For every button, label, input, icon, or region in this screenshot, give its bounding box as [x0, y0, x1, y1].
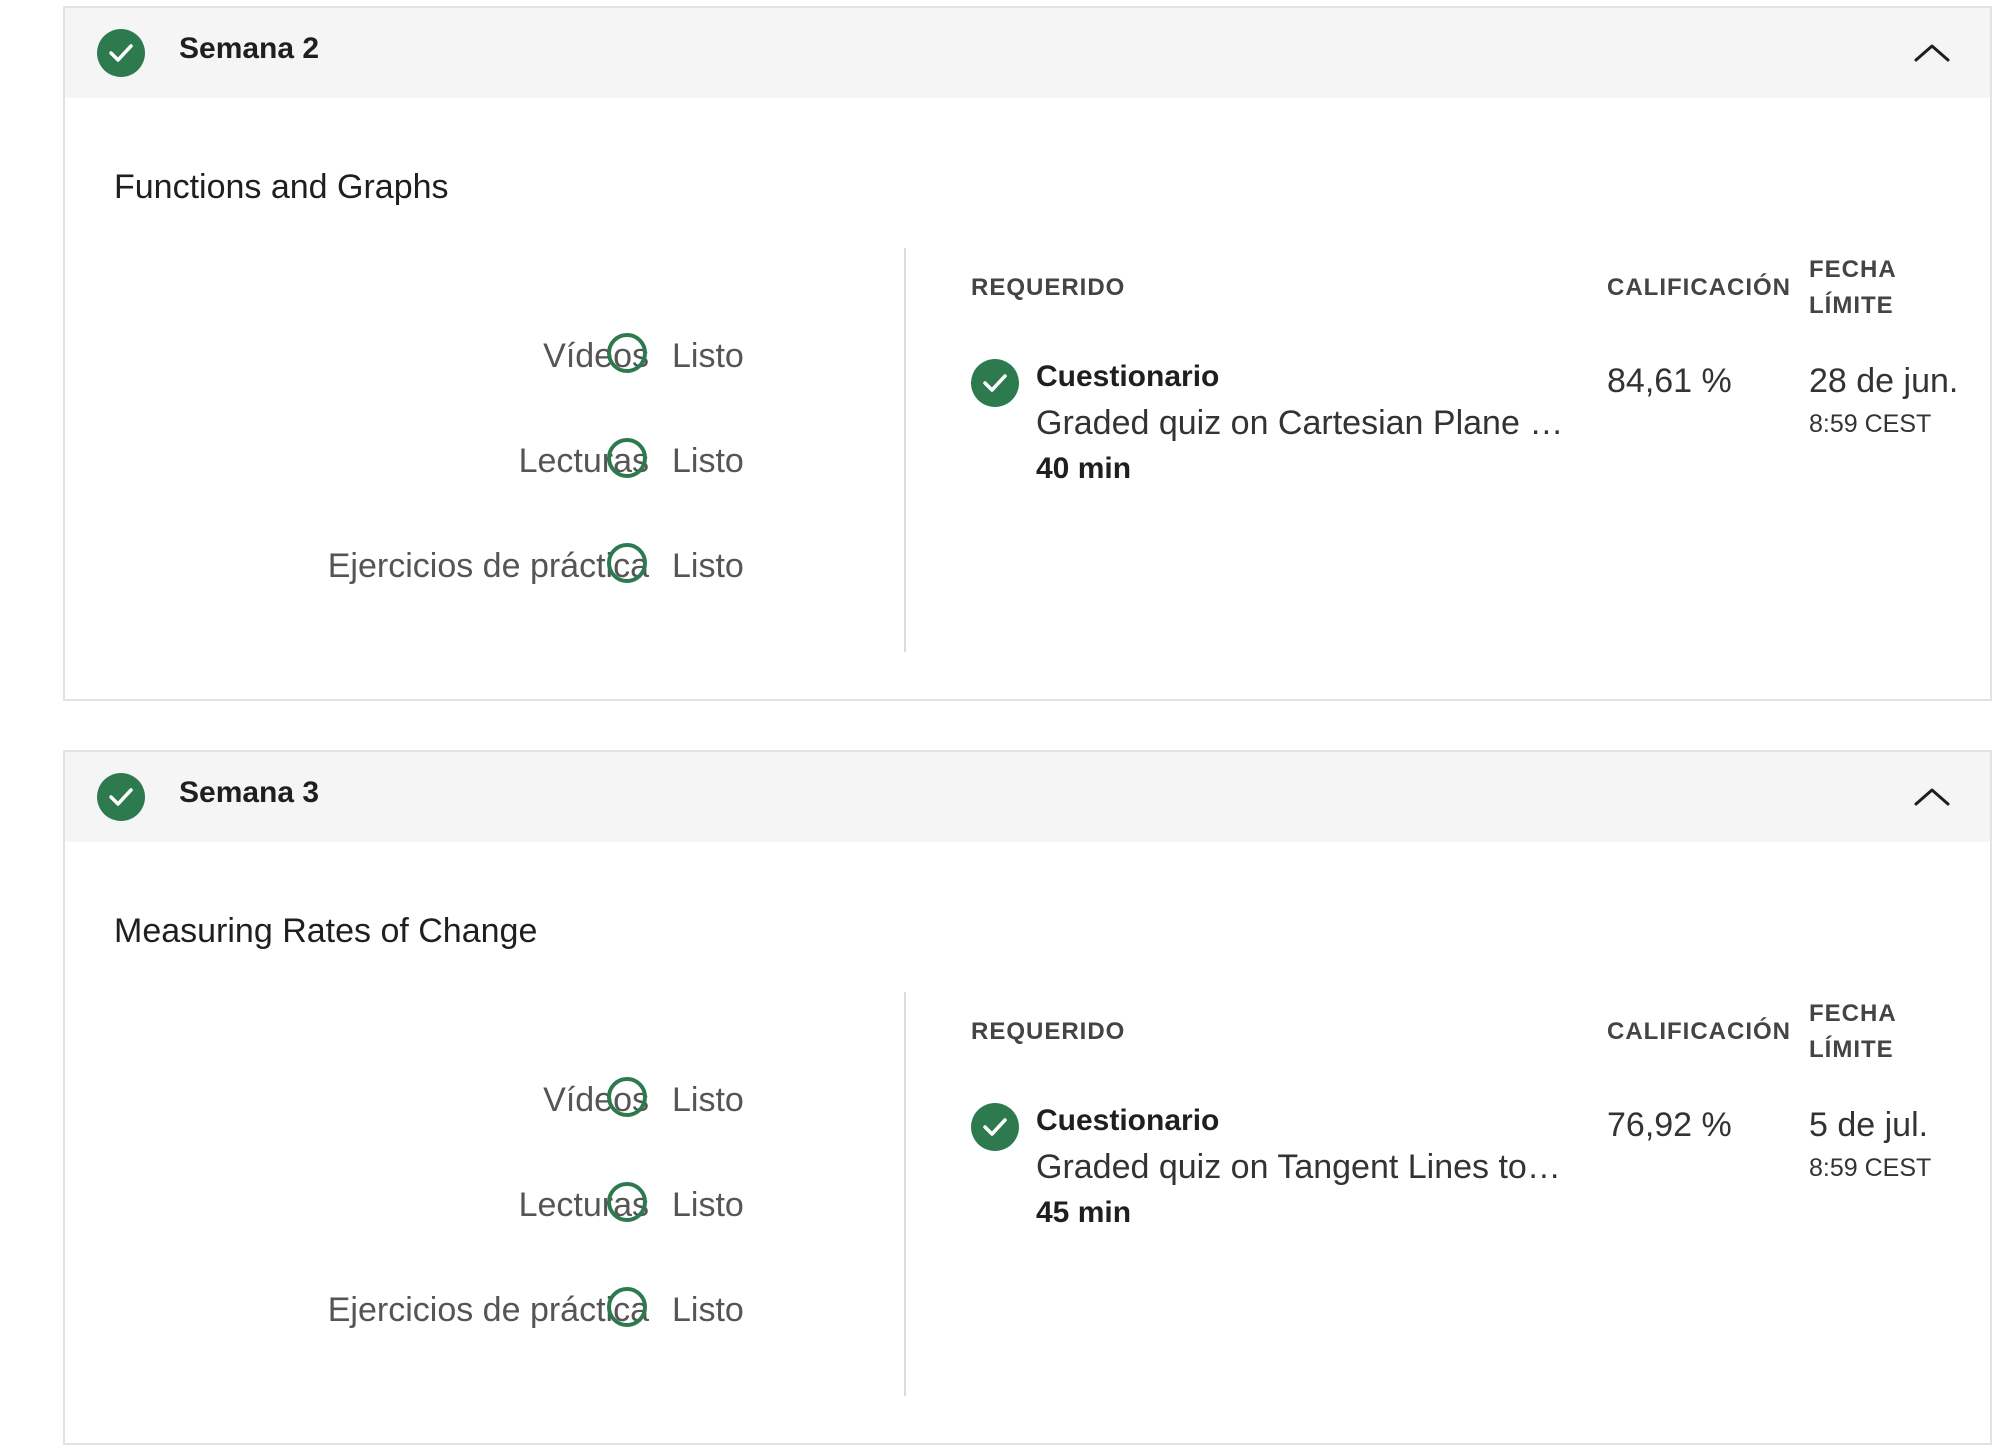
column-divider: [904, 248, 906, 652]
week-card: Semana 3 Measuring Rates of Change Vídeo…: [63, 750, 1992, 1445]
column-header-due-line2: LÍMITE: [1809, 1036, 1894, 1063]
column-header-due-line2: LÍMITE: [1809, 292, 1894, 319]
progress-row-readings: Lecturas Listo: [65, 1182, 905, 1232]
column-header-grade: CALIFICACIÓN: [1607, 274, 1791, 301]
item-grade: 76,92 %: [1607, 1106, 1732, 1144]
item-title-link[interactable]: Graded quiz on Tangent Lines to Function…: [1036, 1148, 1566, 1187]
column-header-required: REQUERIDO: [971, 274, 1126, 301]
chevron-up-icon[interactable]: [1912, 782, 1952, 810]
week-header[interactable]: Semana 3: [65, 752, 1990, 842]
item-due-time: 8:59 CEST: [1809, 1154, 1932, 1182]
progress-status: Listo: [672, 442, 744, 480]
progress-status: Listo: [672, 337, 744, 375]
week-card: Semana 2 Functions and Graphs Vídeos Lis…: [63, 6, 1992, 701]
completed-check-icon: [97, 773, 145, 821]
column-header-due-line1: FECHA: [1809, 1000, 1897, 1027]
progress-ring-icon: [607, 438, 647, 478]
progress-ring-icon: [607, 1287, 647, 1327]
completed-check-icon: [971, 359, 1019, 407]
item-type: Cuestionario: [1036, 1104, 1220, 1137]
item-due-time: 8:59 CEST: [1809, 410, 1932, 438]
progress-ring-icon: [607, 543, 647, 583]
section-title: Functions and Graphs: [114, 168, 449, 206]
item-grade: 84,61 %: [1607, 362, 1732, 400]
progress-ring-icon: [607, 1077, 647, 1117]
item-duration: 45 min: [1036, 1196, 1132, 1229]
progress-status: Listo: [672, 1186, 744, 1224]
week-header[interactable]: Semana 2: [65, 8, 1990, 98]
item-due-date: 28 de jun.: [1809, 362, 1959, 400]
progress-status: Listo: [672, 547, 744, 585]
week-title: Semana 3: [179, 776, 320, 809]
column-header-required: REQUERIDO: [971, 1018, 1126, 1045]
item-duration: 40 min: [1036, 452, 1132, 485]
column-divider: [904, 992, 906, 1396]
chevron-up-icon[interactable]: [1912, 38, 1952, 66]
progress-row-videos: Vídeos Listo: [65, 333, 905, 383]
progress-status: Listo: [672, 1291, 744, 1329]
progress-row-practice: Ejercicios de práctica Listo: [65, 543, 905, 593]
item-type: Cuestionario: [1036, 360, 1220, 393]
item-due-date: 5 de jul.: [1809, 1106, 1929, 1144]
completed-check-icon: [971, 1103, 1019, 1151]
section-title: Measuring Rates of Change: [114, 912, 538, 950]
completed-check-icon: [97, 29, 145, 77]
progress-label: Ejercicios de práctica: [327, 1291, 649, 1329]
progress-ring-icon: [607, 1182, 647, 1222]
progress-row-videos: Vídeos Listo: [65, 1077, 905, 1127]
column-header-due-line1: FECHA: [1809, 256, 1897, 283]
progress-status: Listo: [672, 1081, 744, 1119]
column-header-grade: CALIFICACIÓN: [1607, 1018, 1791, 1045]
progress-ring-icon: [607, 333, 647, 373]
item-title-link[interactable]: Graded quiz on Cartesian Plane and Funct…: [1036, 404, 1566, 443]
week-title: Semana 2: [179, 32, 320, 65]
progress-label: Ejercicios de práctica: [327, 547, 649, 585]
progress-row-practice: Ejercicios de práctica Listo: [65, 1287, 905, 1337]
progress-row-readings: Lecturas Listo: [65, 438, 905, 488]
